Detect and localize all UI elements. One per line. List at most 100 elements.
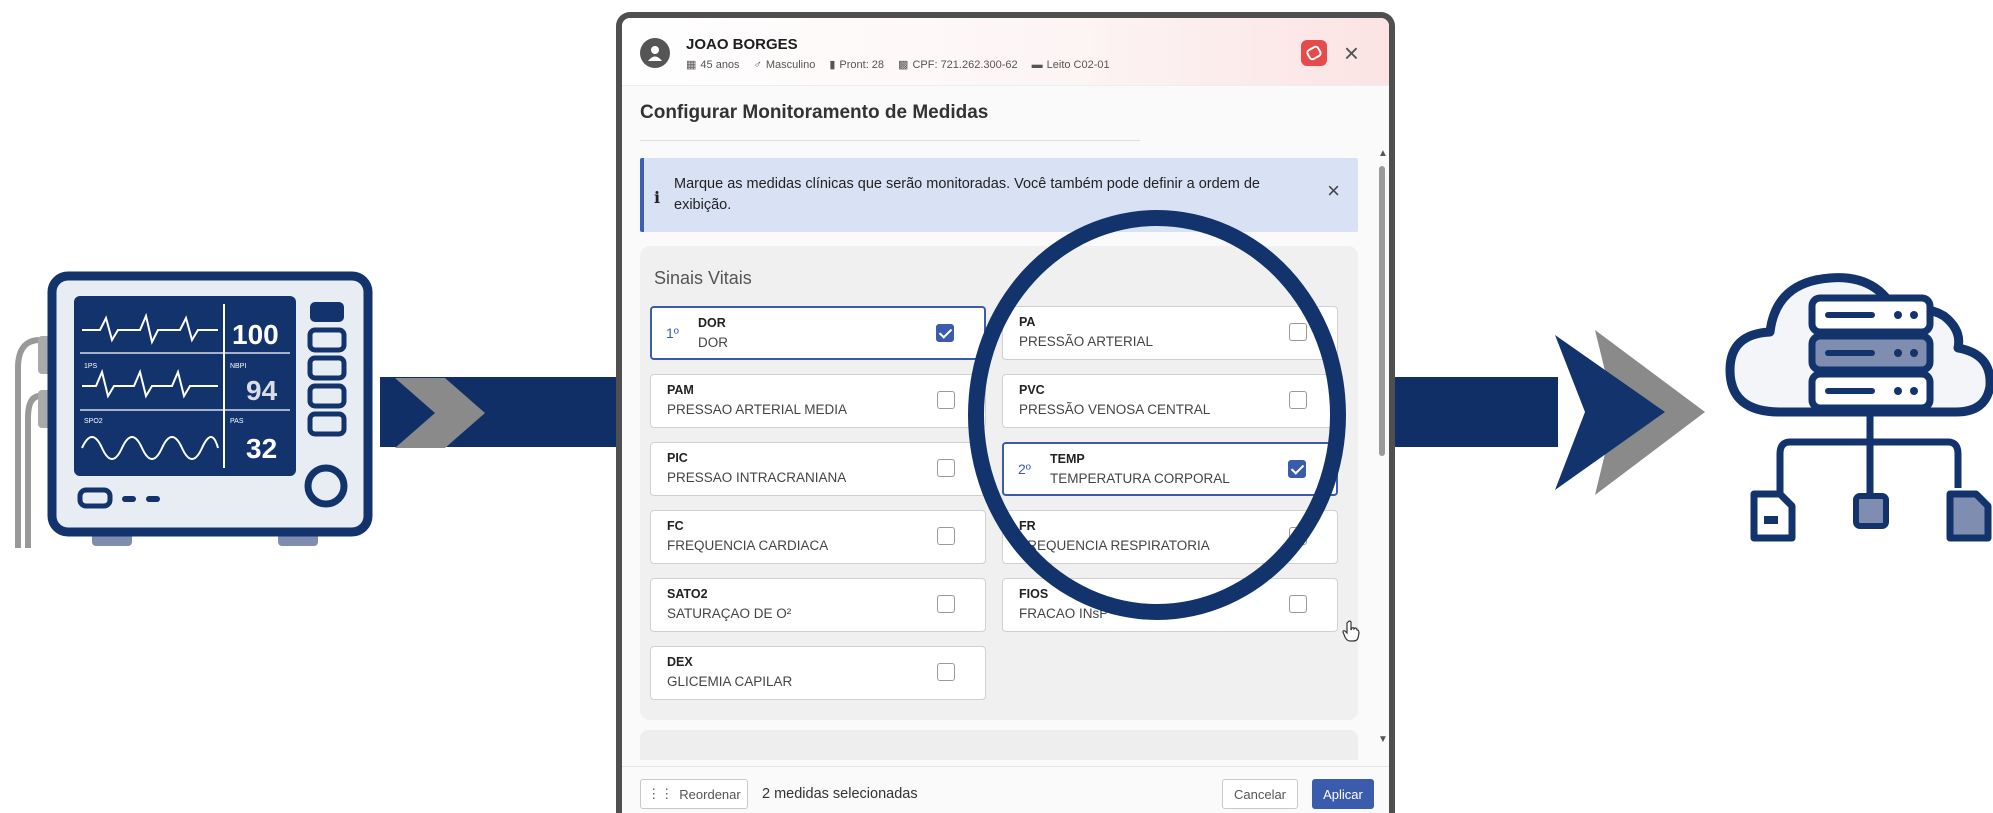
svg-text:1PS: 1PS [84,363,98,370]
measure-name: DOR [698,335,728,350]
measure-name: PRESSÃO ARTERIAL [1019,334,1154,349]
group-title: Sinais Vitais [654,268,752,288]
measure-checkbox[interactable] [937,459,955,477]
next-group-panel [640,730,1358,760]
title-divider [640,140,1140,141]
family-icon: ▦ [686,59,697,71]
patient-sex: ♂ Masculino [754,58,816,71]
measure-checkbox[interactable] [937,663,955,681]
patient-cpf-text: CPF: 721.262.300-62 [912,58,1018,71]
hand-cursor-icon [1342,620,1360,642]
patient-cpf: ▩ CPF: 721.262.300-62 [898,58,1018,72]
measure-code: FIOS [1019,587,1049,601]
measure-name: PRESSAO INTRACRANIANA [667,470,847,485]
id-card-icon: ▩ [898,59,909,71]
monitor-reading-2: 94 [246,375,278,406]
info-close-icon[interactable]: × [1327,178,1340,204]
scroll-up-icon[interactable]: ▲ [1378,148,1388,159]
measure-checkbox[interactable] [1289,527,1307,545]
patient-record: ▮ Pront: 28 [829,58,885,72]
measure-checkbox[interactable] [937,527,955,545]
measure-name: FREQUENCIA RESPIRATORIA [1019,538,1210,553]
patient-monitor-icon: 1PS NBPI SPO2 PAS 100 94 32 [15,271,373,548]
avatar-icon [640,38,670,68]
selected-count: 2 medidas selecionadas [762,786,918,802]
monitor-reading-1: 100 [232,319,279,350]
modal-footer: ⋮⋮ Reordenar 2 medidas selecionadas Canc… [622,766,1389,813]
measure-code: PAM [667,383,694,397]
patient-bed: ▬ Leito C02-01 [1032,58,1110,71]
cancel-button[interactable]: Cancelar [1222,779,1298,809]
measure-code: DOR [698,316,726,330]
measure-code: SATO2 [667,587,708,601]
reorder-button[interactable]: ⋮⋮ Reordenar [640,779,748,809]
chevron-left-icon [395,378,485,448]
patient-name: JOAO BORGES [686,36,798,53]
measure-checkbox[interactable] [936,324,954,342]
measure-name: TEMPERATURA CORPORAL [1050,471,1230,486]
patient-age-text: 45 anos [700,58,740,71]
measure-order: 2º [1018,461,1031,477]
scroll-down-icon[interactable]: ▼ [1378,734,1388,745]
measure-card-fc[interactable]: FC FREQUENCIA CARDIACA [650,510,986,564]
measure-name: PRESSÃO VENOSA CENTRAL [1019,402,1211,417]
measure-name: FRACAO INsP [1019,606,1109,621]
measure-order: 1º [666,325,679,341]
reorder-label: Reordenar [679,786,741,802]
measure-code: PA [1019,315,1036,329]
measure-card-temp[interactable]: 2º TEMP TEMPERATURA CORPORAL [1002,442,1338,496]
measure-code: PVC [1019,383,1045,397]
alert-tag-icon[interactable] [1301,40,1327,66]
measure-code: DEX [667,655,693,669]
measure-card-pam[interactable]: PAM PRESSAO ARTERIAL MEDIA [650,374,986,428]
measure-code: FR [1019,519,1036,533]
measure-card-pa[interactable]: PA PRESSÃO ARTERIAL [1002,306,1338,360]
scrollbar-thumb[interactable] [1379,166,1385,456]
document-icon: ▮ [829,59,836,71]
measure-card-dor[interactable]: 1º DOR DOR [650,306,986,360]
close-icon[interactable]: × [1344,40,1359,66]
measure-checkbox[interactable] [1289,595,1307,613]
measure-card-sato2[interactable]: SATO2 SATURAÇAO DE O² [650,578,986,632]
measure-name: SATURAÇAO DE O² [667,606,792,621]
measure-card-fios[interactable]: FIOS FRACAO INsP [1002,578,1338,632]
svg-text:SPO2: SPO2 [84,418,103,425]
measure-card-dex[interactable]: DEX GLICEMIA CAPILAR [650,646,986,700]
measure-checkbox[interactable] [1289,391,1307,409]
measure-code: PIC [667,451,688,465]
modal-title: Configurar Monitoramento de Medidas [640,102,989,123]
patient-age: ▦ 45 anos [686,58,740,72]
info-text: Marque as medidas clínicas que serão mon… [674,176,1260,213]
monitor-reading-3: 32 [246,433,277,464]
patient-header: JOAO BORGES ▦ 45 anos ♂ Masculino ▮ Pron… [622,18,1389,86]
svg-text:NBPI: NBPI [230,363,246,370]
patient-sex-text: Masculino [765,58,816,71]
measure-code: TEMP [1050,452,1085,466]
arrow-head-icon [1555,330,1705,495]
measure-card-fr[interactable]: FR FREQUENCIA RESPIRATORIA [1002,510,1338,564]
group-vital-signs: Sinais Vitais 1º DOR DOR PA PRESSÃO ARTERIAL… [640,246,1358,720]
cloud-server-icon [1725,273,1993,542]
measure-card-pvc[interactable]: PVC PRESSÃO VENOSA CENTRAL [1002,374,1338,428]
bed-icon: ▬ [1031,58,1043,71]
measure-checkbox[interactable] [1289,323,1307,341]
data-flow-band-right [1378,377,1558,447]
measure-checkbox[interactable] [937,595,955,613]
measure-checkbox[interactable] [937,391,955,409]
measure-config-modal: JOAO BORGES ▦ 45 anos ♂ Masculino ▮ Pron… [616,12,1395,813]
measure-name: PRESSAO ARTERIAL MEDIA [667,402,848,417]
patient-meta: ▦ 45 anos ♂ Masculino ▮ Pront: 28 ▩ CPF:… [686,58,1110,72]
svg-text:PAS: PAS [230,418,244,425]
drag-handle-icon: ⋮⋮ [647,786,674,801]
measure-name: FREQUENCIA CARDIACA [667,538,829,553]
patient-record-text: Pront: 28 [839,58,885,71]
male-icon: ♂ [753,58,762,71]
info-icon: i [654,188,661,207]
measure-checkbox[interactable] [1288,460,1306,478]
measure-name: GLICEMIA CAPILAR [667,674,793,689]
info-alert: i Marque as medidas clínicas que serão m… [640,158,1358,232]
measure-code: FC [667,519,684,533]
patient-bed-text: Leito C02-01 [1046,58,1110,71]
apply-button[interactable]: Aplicar [1312,779,1374,809]
measure-card-pic[interactable]: PIC PRESSAO INTRACRANIANA [650,442,986,496]
